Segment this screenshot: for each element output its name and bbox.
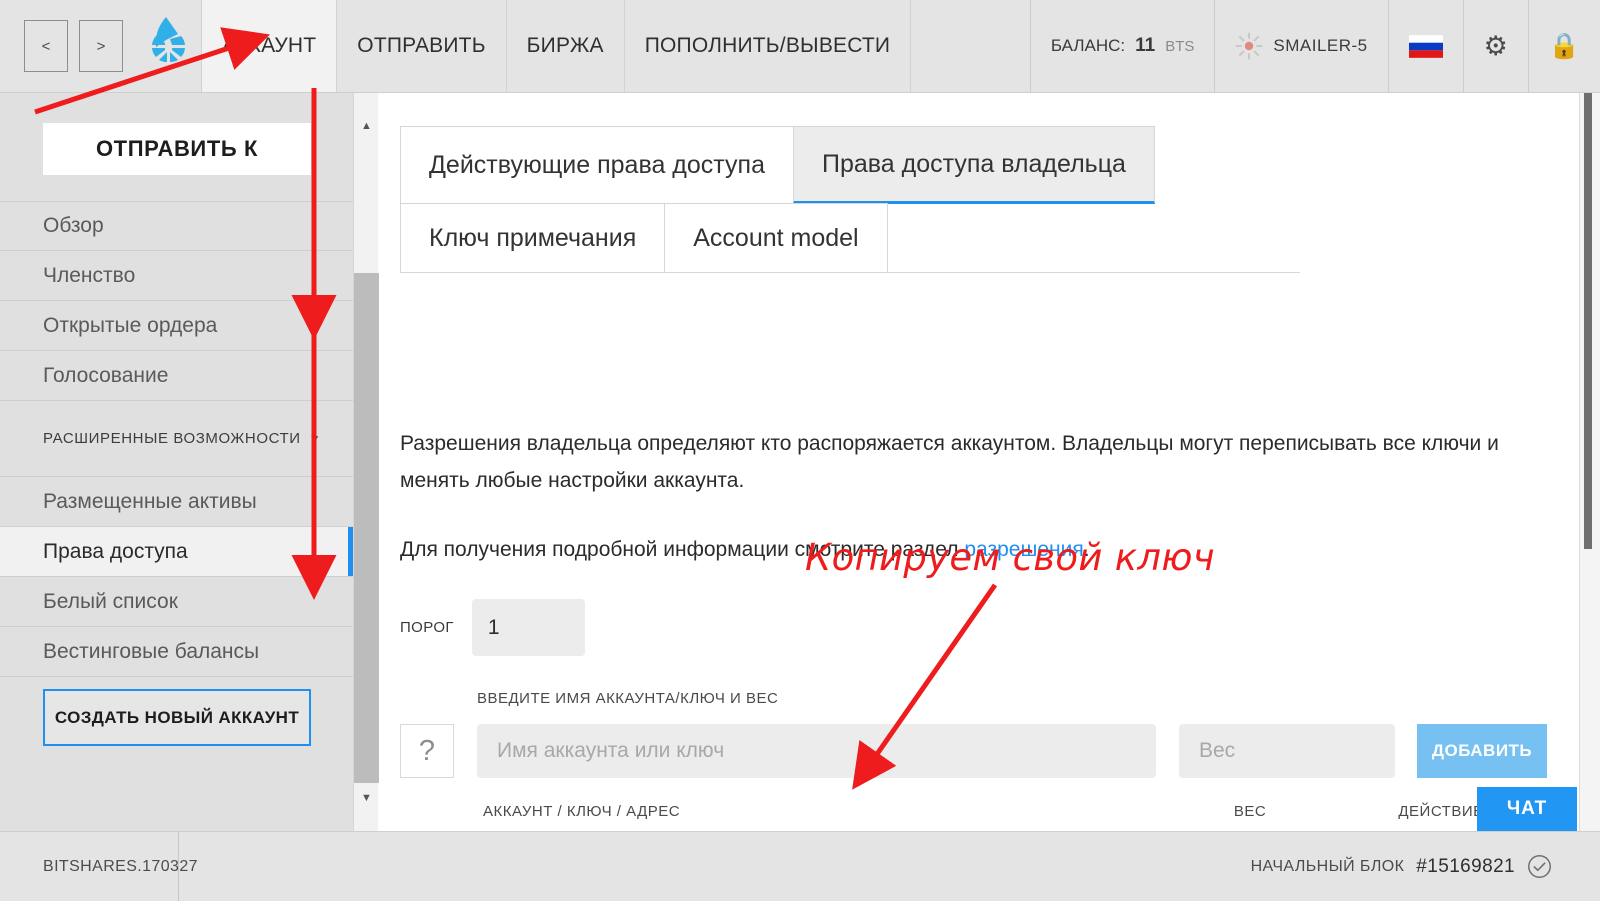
tab-account-model[interactable]: Account model [664, 203, 887, 273]
bitshares-logo[interactable] [139, 0, 201, 92]
settings-button[interactable]: ⚙ [1463, 0, 1528, 92]
menu-item-deposit-withdraw[interactable]: ПОПОЛНИТЬ/ВЫВЕСТИ [624, 0, 912, 92]
sidebar-menu-list: Обзор Членство Открытые ордера Голосован… [0, 201, 353, 677]
account-or-key-input[interactable] [477, 724, 1156, 778]
header-account-key-address: АККАУНТ / КЛЮЧ / АДРЕС [400, 803, 1160, 820]
sidebar-item-vesting-balances[interactable]: Вестинговые балансы [0, 627, 353, 677]
main-menu: АККАУНТ ОТПРАВИТЬ БИРЖА ПОПОЛНИТЬ/ВЫВЕСТ… [201, 0, 910, 92]
menu-item-send[interactable]: ОТПРАВИТЬ [336, 0, 506, 92]
sidebar-scrollbar[interactable]: ▲ ▼ [353, 93, 378, 831]
lock-button[interactable]: 🔒 [1528, 0, 1600, 92]
tabs-row-1: Действующие права доступа Права доступа … [400, 126, 1300, 204]
block-status-group: НАЧАЛЬНЫЙ БЛОК #15169821 [1251, 854, 1600, 879]
send-to-button[interactable]: ОТПРАВИТЬ К [43, 123, 311, 175]
permissions-table-header: АККАУНТ / КЛЮЧ / АДРЕС ВЕС ДЕЙСТВИЕ [400, 790, 1542, 831]
top-navigation-bar: < > АККАУНТ ОТПРАВИТЬ БИРЖА ПОПОЛН [0, 0, 1600, 93]
threshold-row: ПОРОГ [400, 599, 585, 656]
balance-unit: BTS [1165, 38, 1194, 55]
lock-icon: 🔒 [1549, 34, 1580, 59]
browser-nav-arrows: < > [0, 0, 139, 92]
topbar-right-group: БАЛАНС: 11 BTS SMAILER-5 [1030, 0, 1600, 92]
sidebar-scrollbar-thumb[interactable] [354, 273, 379, 783]
gear-icon: ⚙ [1484, 33, 1508, 60]
user-name-label: SMAILER-5 [1273, 36, 1367, 56]
add-entry-row: ? ДОБАВИТЬ [400, 724, 1547, 778]
permissions-tabs: Действующие права доступа Права доступа … [400, 126, 1300, 273]
app-root: < > АККАУНТ ОТПРАВИТЬ БИРЖА ПОПОЛН [0, 0, 1600, 901]
tabs-row-2: Ключ примечания Account model [400, 203, 1300, 273]
owner-permissions-description: Разрешения владельца определяют кто расп… [400, 425, 1540, 499]
main-scrollbar-thumb[interactable] [1584, 93, 1592, 549]
app-version-label: BITSHARES.170327 [0, 832, 179, 901]
chat-button[interactable]: ЧАТ [1477, 787, 1577, 831]
avatar-icon [1235, 32, 1263, 60]
bitshares-logo-icon [148, 17, 192, 75]
sidebar-item-permissions[interactable]: Права доступа [0, 527, 353, 577]
permissions-table: АККАУНТ / КЛЮЧ / АДРЕС ВЕС ДЕЙСТВИЕ BTS5… [400, 790, 1542, 831]
threshold-label: ПОРОГ [400, 619, 454, 636]
scroll-down-icon[interactable]: ▼ [354, 787, 379, 809]
balance-indicator[interactable]: БАЛАНС: 11 BTS [1030, 0, 1215, 92]
tabs-filler [888, 203, 1300, 273]
add-entry-label: ВВЕДИТЕ ИМЯ АККАУНТА/КЛЮЧ И ВЕС [477, 690, 778, 707]
sidebar-item-voting[interactable]: Голосование [0, 351, 353, 401]
question-mark-icon[interactable]: ? [400, 724, 454, 778]
menu-item-exchange[interactable]: БИРЖА [506, 0, 625, 92]
balance-label: БАЛАНС: [1051, 36, 1125, 56]
status-bar: BITSHARES.170327 НАЧАЛЬНЫЙ БЛОК #1516982… [0, 831, 1600, 901]
header-weight: ВЕС [1160, 803, 1340, 820]
tab-memo-key[interactable]: Ключ примечания [400, 203, 665, 273]
user-account-menu[interactable]: SMAILER-5 [1214, 0, 1387, 92]
create-new-account-button[interactable]: СОЗДАТЬ НОВЫЙ АККАУНТ [43, 689, 311, 746]
russian-flag-icon [1409, 35, 1443, 58]
balance-amount: 11 [1135, 35, 1155, 57]
topbar-spacer [910, 0, 1030, 92]
threshold-input[interactable] [472, 599, 585, 656]
account-sidebar: ОТПРАВИТЬ К Обзор Членство Открытые орде… [0, 93, 378, 831]
block-label: НАЧАЛЬНЫЙ БЛОК [1251, 858, 1405, 876]
sidebar-item-issued-assets[interactable]: Размещенные активы [0, 477, 353, 527]
scroll-up-icon[interactable]: ▲ [354, 115, 379, 137]
chevron-down-icon: ▼ [309, 432, 321, 446]
tab-active-permissions[interactable]: Действующие права доступа [400, 126, 794, 204]
check-circle-icon [1527, 854, 1552, 879]
menu-item-account[interactable]: АККАУНТ [201, 0, 337, 92]
sidebar-item-open-orders[interactable]: Открытые ордера [0, 301, 353, 351]
sidebar-item-whitelist[interactable]: Белый список [0, 577, 353, 627]
forward-button[interactable]: > [79, 20, 123, 72]
main-scrollbar[interactable] [1579, 93, 1600, 831]
sidebar-item-overview[interactable]: Обзор [0, 201, 353, 251]
block-number: #15169821 [1416, 856, 1515, 878]
back-button[interactable]: < [24, 20, 68, 72]
tab-owner-permissions[interactable]: Права доступа владельца [793, 126, 1155, 204]
main-content-panel: Действующие права доступа Права доступа … [379, 93, 1579, 831]
annotation-copy-key-text: Копируем свой ключ [805, 536, 1215, 579]
sidebar-item-membership[interactable]: Членство [0, 251, 353, 301]
add-button[interactable]: ДОБАВИТЬ [1417, 724, 1547, 778]
sidebar-section-advanced-label: РАСШИРЕННЫЕ ВОЗМОЖНОСТИ [43, 430, 301, 447]
sidebar-section-advanced[interactable]: РАСШИРЕННЫЕ ВОЗМОЖНОСТИ ▼ [0, 401, 353, 477]
weight-input[interactable] [1179, 724, 1395, 778]
language-selector[interactable] [1388, 0, 1463, 92]
